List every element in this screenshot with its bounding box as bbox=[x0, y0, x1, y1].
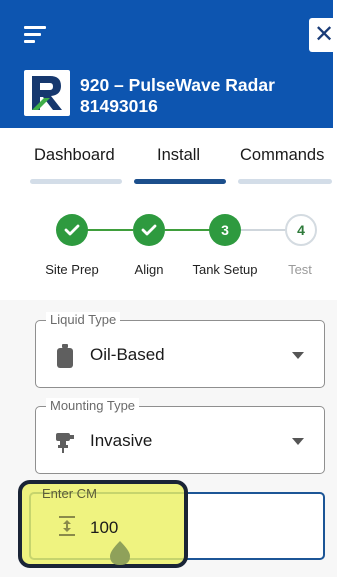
step-label: Test bbox=[288, 262, 312, 277]
step-connector bbox=[165, 229, 211, 231]
device-serial: 81493016 bbox=[80, 96, 158, 116]
field-label: Enter CM bbox=[42, 486, 97, 501]
install-stepper: 3 4 Site Prep Align Tank Setup Test bbox=[0, 196, 337, 286]
checkmark-icon bbox=[141, 224, 157, 236]
close-icon: ✕ bbox=[313, 21, 335, 48]
field-label: Mounting Type bbox=[46, 398, 140, 413]
tab-bar: Dashboard Install Commands bbox=[0, 128, 337, 188]
app-header: 920 – PulseWave Radar 81493016 bbox=[0, 0, 333, 128]
mounting-type-value: Invasive bbox=[90, 431, 153, 450]
text-cursor-handle-icon[interactable] bbox=[110, 541, 130, 565]
tab-indicator bbox=[30, 179, 122, 184]
height-adjust-icon bbox=[59, 516, 75, 536]
liquid-type-value: Oil-Based bbox=[90, 345, 165, 364]
step-align[interactable] bbox=[133, 214, 165, 246]
tab-commands[interactable]: Commands bbox=[232, 128, 337, 188]
checkmark-icon bbox=[64, 224, 80, 236]
mounting-type-select[interactable]: Mounting Type Invasive bbox=[35, 398, 325, 474]
step-label: Site Prep bbox=[45, 262, 99, 277]
step-test[interactable]: 4 bbox=[285, 214, 317, 246]
device-title: 920 – PulseWave Radar bbox=[80, 75, 275, 95]
close-button[interactable]: ✕ bbox=[309, 18, 337, 52]
step-number: 3 bbox=[221, 222, 229, 238]
liquid-type-select[interactable]: Liquid Type Oil-Based bbox=[35, 312, 325, 388]
step-tank-setup[interactable]: 3 bbox=[209, 214, 241, 246]
tab-label: Install bbox=[157, 146, 201, 164]
chevron-down-icon bbox=[292, 438, 304, 445]
tab-dashboard[interactable]: Dashboard bbox=[0, 128, 125, 188]
field-label: Liquid Type bbox=[46, 312, 121, 327]
oil-canister-icon bbox=[57, 344, 73, 368]
brand-logo bbox=[24, 70, 70, 116]
step-number: 4 bbox=[297, 222, 305, 238]
step-site-prep[interactable] bbox=[56, 214, 88, 246]
enter-cm-value: 100 bbox=[90, 518, 119, 537]
tab-label: Commands bbox=[240, 146, 325, 164]
step-connector bbox=[87, 229, 133, 231]
tab-install[interactable]: Install bbox=[126, 128, 231, 188]
hamburger-menu-icon[interactable] bbox=[24, 26, 46, 44]
tab-label: Dashboard bbox=[34, 146, 115, 164]
sensor-mount-icon bbox=[56, 433, 74, 453]
chevron-down-icon bbox=[292, 352, 304, 359]
step-label: Align bbox=[134, 262, 164, 277]
tab-indicator bbox=[238, 179, 332, 184]
step-connector bbox=[241, 229, 286, 231]
tab-indicator-active bbox=[134, 179, 226, 184]
step-label: Tank Setup bbox=[192, 262, 258, 277]
